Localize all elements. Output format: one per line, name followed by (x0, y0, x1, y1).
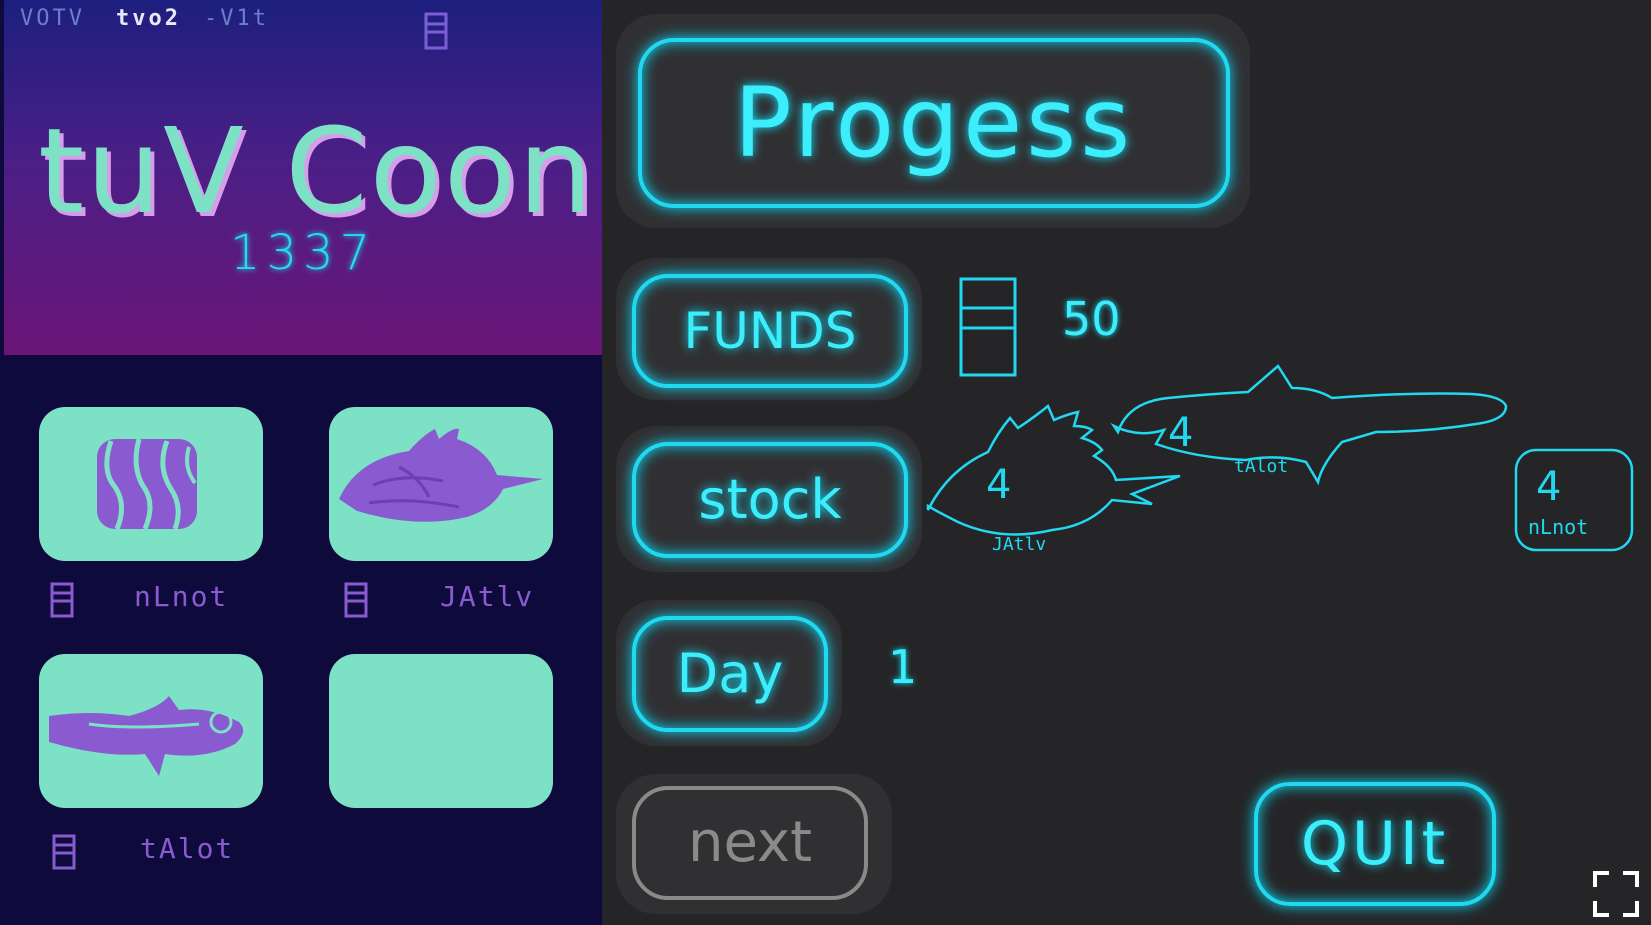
slot-2-price: JAtlv (440, 580, 535, 613)
slot-1-price: nLnot (134, 580, 229, 613)
quit-button[interactable]: QUIt (1254, 782, 1496, 906)
stock-name-long-fish: tAlot (1234, 456, 1288, 477)
currency-icon (424, 12, 448, 50)
fullscreen-icon[interactable] (1593, 871, 1639, 917)
header-label-a: VOTV (20, 6, 85, 31)
currency-icon (344, 582, 368, 618)
shop-slot-striped-cube[interactable] (39, 407, 263, 561)
shop-panel: VOTV tvo2 -V1t tuV Coon tuV Coon 1337 nL… (0, 0, 602, 925)
stock-items: 4 JAtlv 4 tAlot 4 nLnot (926, 364, 1634, 555)
stock-item-striped-cube: 4 nLnot (1514, 448, 1634, 552)
shop-slot-spiky-fish[interactable] (329, 407, 553, 561)
shop-slot-long-fish[interactable] (39, 654, 263, 808)
next-button[interactable]: next (632, 786, 868, 900)
currency-icon (52, 834, 76, 870)
slot-2-meta: JAtlv (344, 580, 574, 620)
svg-text:tuV Coon: tuV Coon (38, 108, 594, 228)
header-label-b: tvo2 (116, 6, 181, 31)
slot-3-meta: tAlot (52, 832, 282, 872)
game-title: tuV Coon tuV Coon (38, 108, 594, 228)
stock-name-spiky-fish: JAtlv (992, 534, 1046, 555)
long-fish-icon (49, 696, 244, 776)
spiky-fish-icon (339, 428, 543, 522)
stock-button[interactable]: stock (632, 442, 908, 558)
funds-button[interactable]: FUNDS (632, 274, 908, 388)
header-label-c: -V1t (204, 6, 269, 31)
stock-count-long-fish: 4 (1168, 410, 1193, 456)
funds-value: 50 (1062, 292, 1121, 346)
title-banner: VOTV tvo2 -V1t tuV Coon tuV Coon 1337 (4, 0, 602, 355)
stock-name-striped-cube: nLnot (1528, 515, 1588, 539)
shop-slot-empty[interactable] (329, 654, 553, 808)
status-panel: Progess FUNDS 50 stock 4 JAtlv 4 tAlot 4… (602, 0, 1651, 925)
stock-count-striped-cube: 4 (1536, 464, 1561, 510)
day-value: 1 (888, 640, 918, 694)
striped-cube-icon (97, 438, 197, 530)
day-button[interactable]: Day (632, 616, 828, 732)
stock-count-spiky-fish: 4 (986, 462, 1011, 508)
slot-1-meta: nLnot (50, 580, 280, 620)
currency-icon (50, 582, 74, 618)
progress-button[interactable]: Progess (638, 38, 1230, 208)
stock-item-spiky-fish: 4 JAtlv (926, 403, 1181, 555)
stock-item-long-fish: 4 tAlot (1110, 364, 1508, 486)
game-year: 1337 (229, 225, 377, 281)
slot-3-price: tAlot (140, 832, 235, 865)
